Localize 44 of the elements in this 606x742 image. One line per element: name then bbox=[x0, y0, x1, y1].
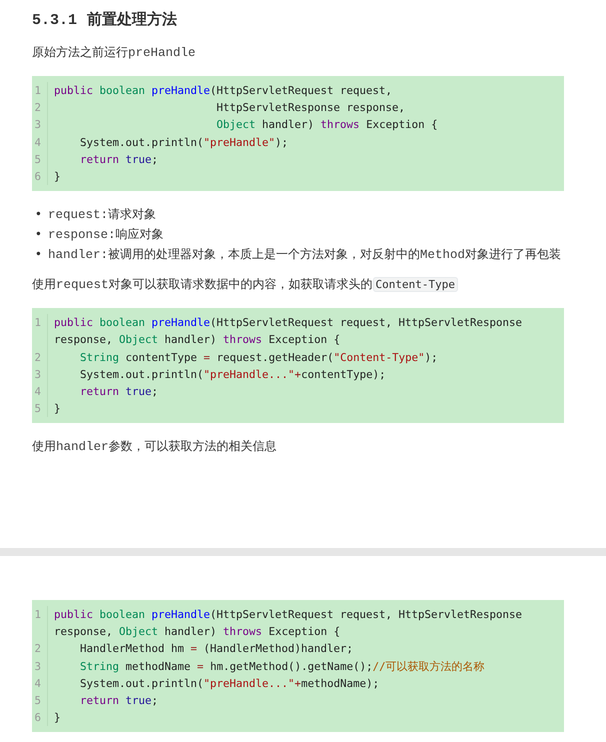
line-number: 2 bbox=[32, 640, 48, 658]
code-line: public boolean preHandle(HttpServletRequest request, bbox=[54, 83, 394, 99]
line-number: 2 bbox=[32, 348, 48, 366]
paragraph: 使用handler参数，可以获取方法的相关信息 bbox=[32, 438, 278, 456]
line-number: 6 bbox=[32, 168, 48, 186]
code-line: HandlerMethod hm = (HandlerMethod)handler; bbox=[79, 641, 354, 658]
code-line: Object handler) throws Exception { bbox=[216, 117, 439, 134]
line-number: 1 bbox=[32, 606, 48, 640]
line-number: 4 bbox=[32, 134, 48, 151]
line-number: 3 bbox=[32, 366, 48, 384]
code-line: } bbox=[54, 401, 62, 418]
code-line: return true; bbox=[79, 693, 160, 710]
section-number: 5.3.1 bbox=[32, 12, 78, 29]
paragraph: 使用 request对象可以获取请求数据中的内容，如获取请求头的 Content-Type bbox=[32, 275, 564, 294]
line-number: 3 bbox=[32, 658, 48, 675]
code-line: String methodName = hm.getMethod().getName();//可以获取方法的名称 bbox=[79, 658, 486, 675]
line-number: 5 bbox=[32, 400, 48, 418]
code-line: public boolean preHandle(HttpServletRequest request, HttpServletResponse response, Object handler) throws Exception { bbox=[54, 607, 524, 640]
line-number: 4 bbox=[32, 383, 48, 400]
bullet: • bbox=[34, 206, 42, 224]
code-line: HttpServletResponse response, bbox=[216, 100, 406, 116]
code-line: String contentType = request.getHeader("Content-Type"); bbox=[79, 350, 439, 366]
list-item: request:请求对象 bbox=[48, 206, 156, 224]
line-number: 5 bbox=[32, 150, 48, 168]
code-line: return true; bbox=[79, 384, 160, 400]
line-number: 3 bbox=[32, 116, 48, 134]
code-line: System.out.println("preHandle..."+contentType); bbox=[79, 366, 387, 383]
line-number: 6 bbox=[32, 709, 48, 726]
list-item: handler:被调用的处理器对象，本质上是一个方法对象，对反射中的Method对象进行了再包装 bbox=[48, 246, 562, 264]
line-number: 1 bbox=[32, 82, 48, 100]
code-line: return true; bbox=[79, 152, 160, 168]
list-item: response:响应对象 bbox=[48, 226, 164, 244]
code-line: } bbox=[54, 710, 62, 726]
line-number: 5 bbox=[32, 692, 48, 710]
line-number: 1 bbox=[32, 314, 48, 349]
line-number: 4 bbox=[32, 674, 48, 692]
line-number: 2 bbox=[32, 99, 48, 116]
code-line: System.out.println("preHandle..."+methodName); bbox=[79, 676, 380, 692]
bullet: • bbox=[34, 246, 42, 264]
code-line: System.out.println("preHandle"); bbox=[79, 134, 290, 151]
code-line: } bbox=[54, 169, 62, 186]
paragraph: 原始方法之前运行preHandle bbox=[32, 44, 197, 62]
bullet: • bbox=[34, 226, 42, 244]
section-title: 前置处理方法 bbox=[87, 10, 178, 29]
